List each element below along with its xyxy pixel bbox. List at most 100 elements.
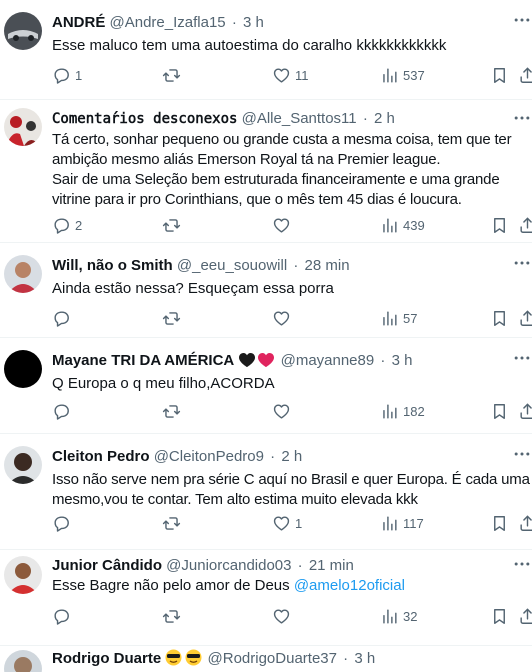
reply-button[interactable] xyxy=(52,605,75,627)
author-handle[interactable]: @Juniorcandido03 xyxy=(166,557,291,574)
avatar[interactable] xyxy=(4,556,42,594)
author-name[interactable]: ANDRÉ xyxy=(52,14,105,31)
views-button[interactable]: 32 xyxy=(380,605,417,627)
retweet-button[interactable] xyxy=(162,307,185,329)
retweet-button[interactable] xyxy=(162,400,185,422)
more-icon[interactable] xyxy=(512,348,532,368)
tweet[interactable]: ANDRÉ @Andre_Izafla15 · 3 h Esse maluco … xyxy=(0,0,532,100)
tweet[interactable]: Junior Cândido @Juniorcandido03 · 21 min… xyxy=(0,550,532,646)
tweet-header: Rodrigo Duarte @RodrigoDuarte37 · 3 h xyxy=(52,649,375,672)
tweet[interactable]: Mayane TRI DA AMÉRICA @mayanne89 · 3 h Q… xyxy=(0,338,532,434)
like-button[interactable] xyxy=(272,605,295,627)
more-icon[interactable] xyxy=(512,108,532,128)
bookmark-button[interactable] xyxy=(490,512,509,534)
separator: · xyxy=(231,14,237,31)
like-button[interactable] xyxy=(272,214,295,236)
tweet[interactable]: Rodrigo Duarte @RodrigoDuarte37 · 3 h xyxy=(0,646,532,672)
bookmark-button[interactable] xyxy=(490,400,509,422)
retweet-button[interactable] xyxy=(162,605,185,627)
author-handle[interactable]: @Alle_Santtos11 xyxy=(242,110,357,127)
tweet[interactable]: Will, não o Smith @_eeu_souowill · 28 mi… xyxy=(0,243,532,338)
timestamp[interactable]: 2 h xyxy=(374,110,395,127)
views-button[interactable]: 57 xyxy=(380,307,417,329)
retweet-icon xyxy=(162,402,181,421)
avatar[interactable] xyxy=(4,650,42,672)
reply-button[interactable] xyxy=(52,400,75,422)
reply-button[interactable] xyxy=(52,512,75,534)
author-name[interactable]: Will, não o Smith xyxy=(52,257,173,274)
more-icon[interactable] xyxy=(512,10,532,30)
tweet-actions: 32 xyxy=(52,605,532,627)
tweet-header: Junior Cândido @Juniorcandido03 · 21 min xyxy=(52,556,354,576)
author-name[interactable]: Cleiton Pedro xyxy=(52,448,150,465)
share-button[interactable] xyxy=(518,307,532,329)
author-handle[interactable]: @Andre_Izafla15 xyxy=(110,14,226,31)
bookmark-button[interactable] xyxy=(490,64,509,86)
tweet-header: Will, não o Smith @_eeu_souowill · 28 mi… xyxy=(52,256,350,276)
timestamp[interactable]: 3 h xyxy=(243,14,264,31)
retweet-button[interactable] xyxy=(162,512,185,534)
tweet[interactable]: 𝙲𝚘𝚖𝚎𝚗𝚝𝚊́𝚛𝚒𝚘𝚜 𝚍𝚎𝚜𝚌𝚘𝚗𝚎𝚡𝚘𝚜 @Alle_Santtos11 … xyxy=(0,100,532,243)
avatar[interactable] xyxy=(4,12,42,50)
share-button[interactable] xyxy=(518,605,532,627)
heart-icon xyxy=(272,514,291,533)
share-button[interactable] xyxy=(518,214,532,236)
tweet-actions: 1 11 537 xyxy=(52,64,532,86)
mention-link[interactable]: @amelo12oficial xyxy=(294,577,405,594)
like-button[interactable] xyxy=(272,307,295,329)
avatar[interactable] xyxy=(4,446,42,484)
author-name[interactable]: 𝙲𝚘𝚖𝚎𝚗𝚝𝚊́𝚛𝚒𝚘𝚜 𝚍𝚎𝚜𝚌𝚘𝚗𝚎𝚡𝚘𝚜 xyxy=(52,111,237,127)
views-button[interactable]: 537 xyxy=(380,64,425,86)
share-icon xyxy=(518,216,532,235)
views-button[interactable]: 182 xyxy=(380,400,425,422)
more-icon[interactable] xyxy=(512,444,532,464)
timestamp[interactable]: 3 h xyxy=(354,650,375,667)
tweet[interactable]: Cleiton Pedro @CleitonPedro9 · 2 h Isso … xyxy=(0,434,532,550)
share-button[interactable] xyxy=(518,400,532,422)
separator: · xyxy=(380,352,386,369)
views-button[interactable]: 117 xyxy=(380,512,424,534)
more-icon[interactable] xyxy=(512,554,532,574)
bookmark-button[interactable] xyxy=(490,605,509,627)
like-button[interactable]: 1 xyxy=(272,512,302,534)
bookmark-button[interactable] xyxy=(490,214,509,236)
views-button[interactable]: 439 xyxy=(380,214,425,236)
timestamp[interactable]: 3 h xyxy=(392,352,413,369)
author-handle[interactable]: @RodrigoDuarte37 xyxy=(208,650,337,667)
like-button[interactable] xyxy=(272,400,295,422)
reply-icon xyxy=(52,402,71,421)
retweet-button[interactable] xyxy=(162,214,185,236)
view-count: 57 xyxy=(403,310,418,326)
share-button[interactable] xyxy=(518,512,532,534)
retweet-button[interactable] xyxy=(162,64,185,86)
author-name[interactable]: Junior Cândido xyxy=(52,557,162,574)
bookmark-button[interactable] xyxy=(490,307,509,329)
share-icon xyxy=(518,607,532,626)
separator: · xyxy=(297,557,303,574)
avatar[interactable] xyxy=(4,255,42,293)
timestamp[interactable]: 2 h xyxy=(281,448,302,465)
avatar[interactable] xyxy=(4,108,42,146)
author-name[interactable]: Mayane TRI DA AMÉRICA xyxy=(52,352,234,369)
reply-icon xyxy=(52,607,71,626)
reply-icon xyxy=(52,514,71,533)
like-button[interactable]: 11 xyxy=(272,64,309,86)
more-icon[interactable] xyxy=(512,253,532,273)
author-handle[interactable]: @CleitonPedro9 xyxy=(154,448,264,465)
author-name[interactable]: Rodrigo Duarte xyxy=(52,650,161,667)
heart-icon xyxy=(272,309,291,328)
retweet-icon xyxy=(162,309,181,328)
view-count: 117 xyxy=(403,515,424,531)
avatar[interactable] xyxy=(4,350,42,388)
reply-button[interactable] xyxy=(52,307,75,329)
bookmark-icon xyxy=(490,402,509,421)
reply-button[interactable]: 1 xyxy=(52,64,82,86)
reply-button[interactable]: 2 xyxy=(52,214,82,236)
like-count: 11 xyxy=(295,67,309,83)
timestamp[interactable]: 28 min xyxy=(305,257,350,274)
reply-icon xyxy=(52,216,71,235)
author-handle[interactable]: @_eeu_souowill xyxy=(177,257,287,274)
share-button[interactable] xyxy=(518,64,532,86)
timestamp[interactable]: 21 min xyxy=(309,557,354,574)
author-handle[interactable]: @mayanne89 xyxy=(281,352,375,369)
